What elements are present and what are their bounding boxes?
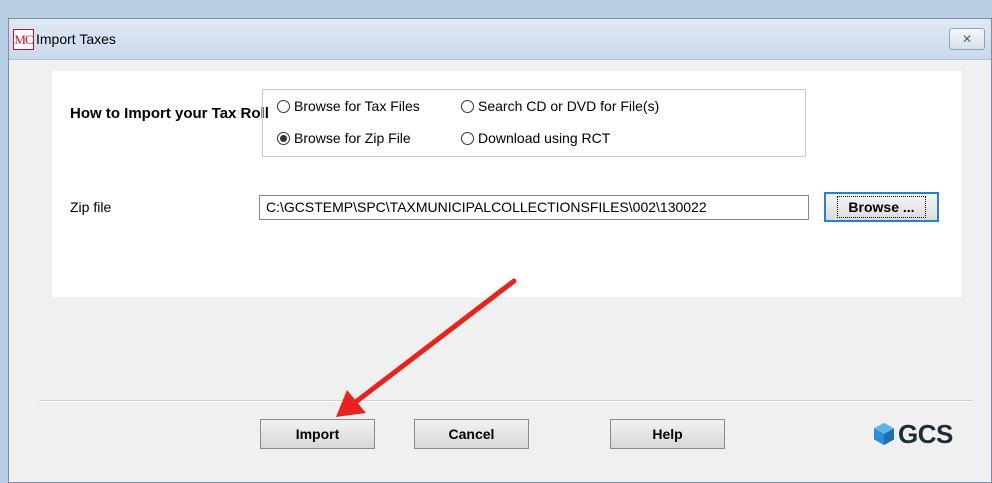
radio-search-cd-dvd[interactable]: Search CD or DVD for File(s) (461, 98, 659, 114)
radio-circle-icon (461, 99, 474, 113)
import-button[interactable]: Import (260, 419, 375, 449)
radio-label: Browse for Zip File (294, 130, 411, 146)
radio-label: Search CD or DVD for File(s) (478, 98, 660, 114)
radio-browse-zip-file[interactable]: Browse for Zip File (277, 130, 411, 146)
close-button[interactable]: ✕ (949, 28, 985, 50)
radio-circle-icon (277, 99, 290, 113)
app-logo-icon: MC (13, 29, 34, 50)
radio-label: Browse for Tax Files (294, 98, 420, 114)
window-title: Import Taxes (36, 31, 116, 47)
radio-selected-icon (277, 131, 290, 145)
gcs-logo: GCS (873, 418, 953, 450)
browse-button-label: Browse ... (837, 196, 926, 218)
content-panel: How to Import your Tax Roll Browse for T… (52, 71, 961, 297)
radio-browse-tax-files[interactable]: Browse for Tax Files (277, 98, 420, 114)
title-bar: MC Import Taxes ✕ (9, 19, 991, 60)
browse-button[interactable]: Browse ... (824, 192, 939, 222)
zip-file-label: Zip file (70, 199, 112, 215)
zip-file-path-input[interactable]: C:\GCSTEMP\SPC\TAXMUNICIPALCOLLECTIONSFI… (259, 195, 809, 220)
radio-download-rct[interactable]: Download using RCT (461, 130, 610, 146)
radio-label: Download using RCT (478, 130, 611, 146)
gcs-hexagon-icon (874, 423, 894, 445)
gcs-logo-text: GCS (898, 418, 953, 449)
cancel-button[interactable]: Cancel (414, 419, 529, 449)
import-method-label: How to Import your Tax Roll (70, 105, 269, 122)
help-button[interactable]: Help (610, 419, 725, 449)
footer-divider (39, 400, 973, 402)
radio-circle-icon (461, 131, 474, 145)
import-method-radio-group: Browse for Tax Files Search CD or DVD fo… (262, 89, 806, 157)
import-taxes-window: MC Import Taxes ✕ How to Import your Tax… (8, 18, 992, 483)
